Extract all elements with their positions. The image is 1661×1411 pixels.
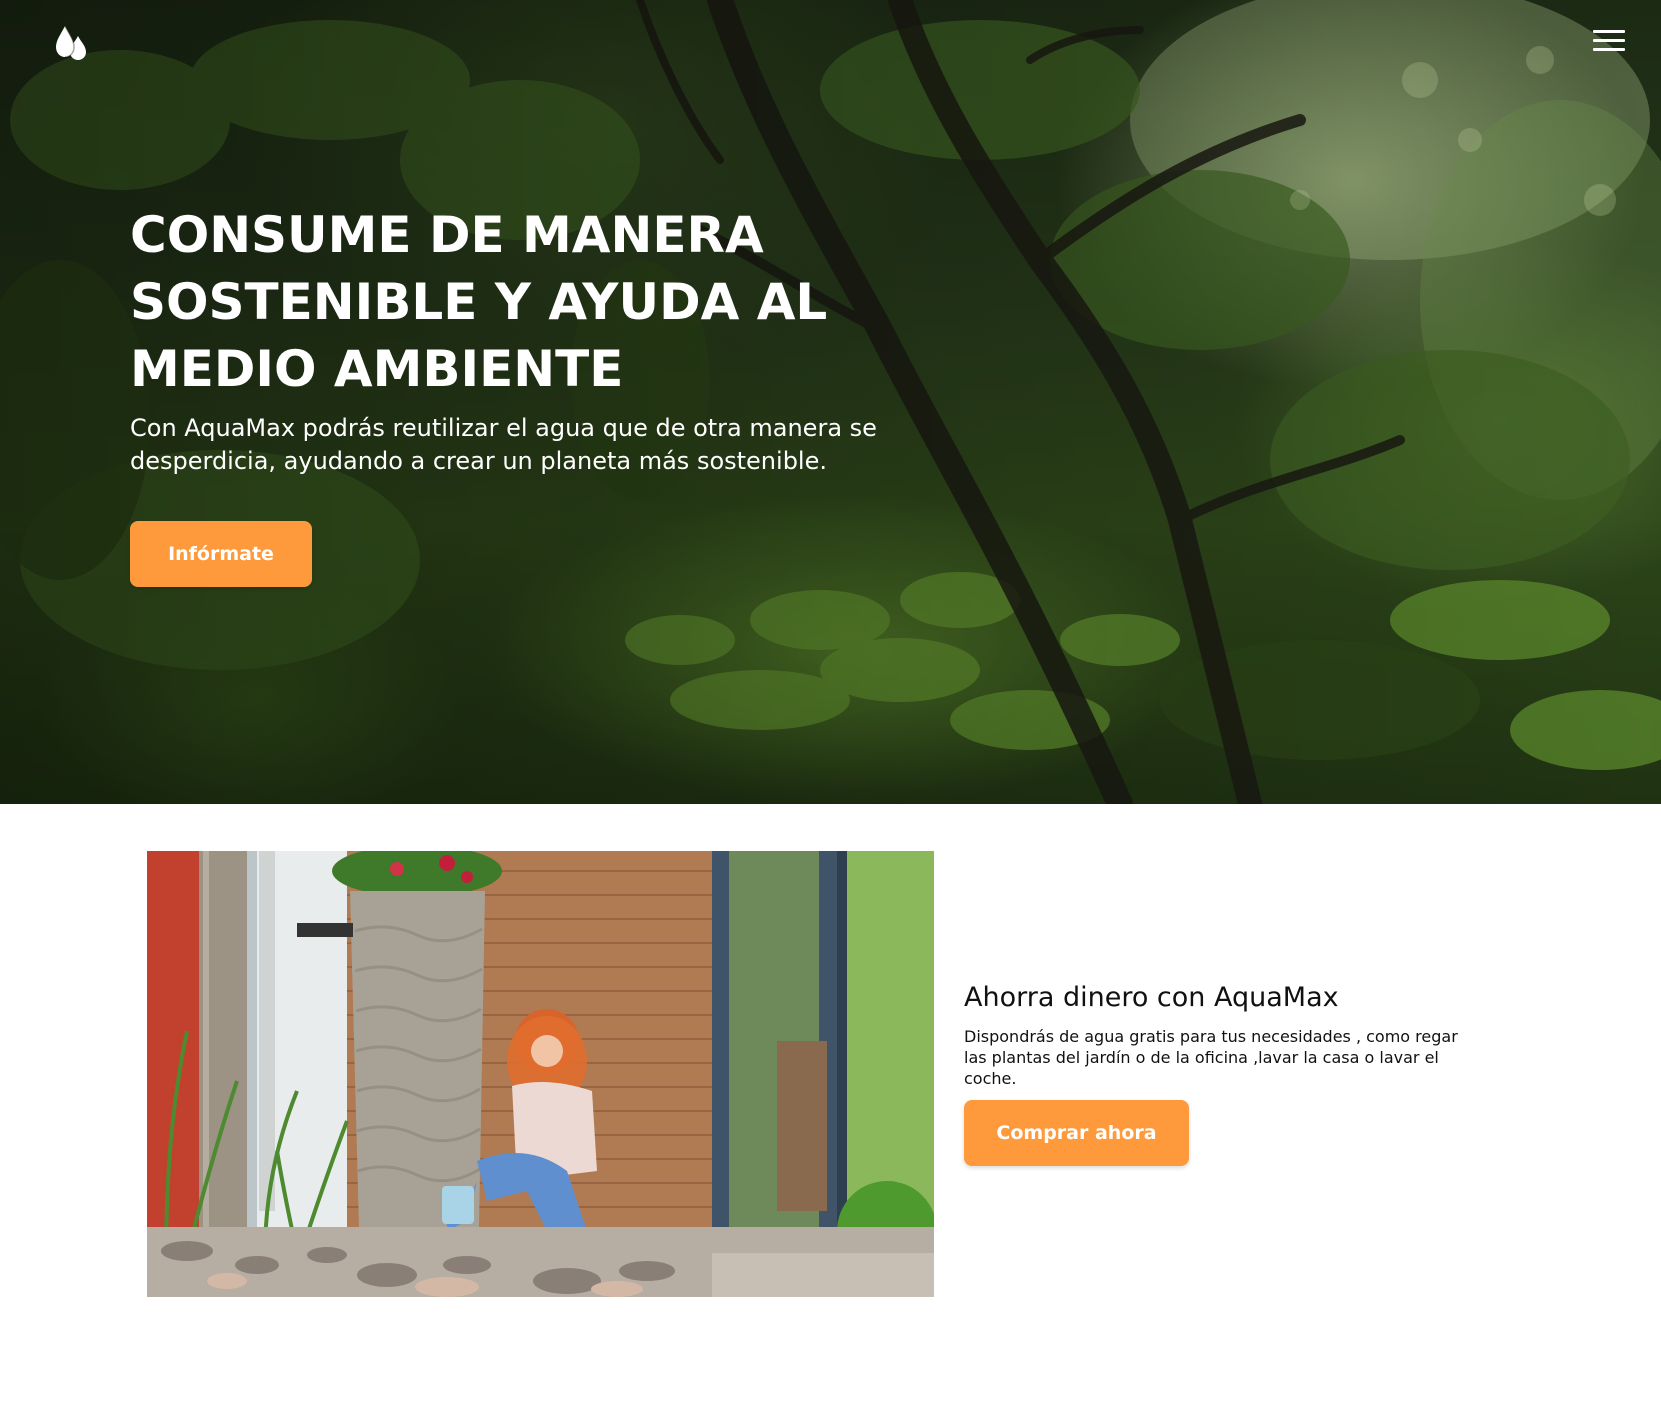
water-drops-icon[interactable] — [52, 22, 90, 62]
comprar-ahora-button[interactable]: Comprar ahora — [964, 1100, 1189, 1166]
menu-line — [1593, 39, 1625, 42]
rain-tank-photo — [147, 851, 934, 1297]
hero-description: Con AquaMax podrás reutilizar el agua qu… — [130, 414, 877, 475]
informate-button[interactable]: Infórmate — [130, 521, 312, 587]
hero-title: CONSUME DE MANERA SOSTENIBLE Y AYUDA AL … — [130, 206, 828, 398]
menu-line — [1593, 48, 1625, 51]
feature-title: Ahorra dinero con AquaMax — [964, 982, 1339, 1013]
hamburger-menu-icon[interactable] — [1593, 30, 1625, 52]
feature-description: Dispondrás de agua gratis para tus neces… — [964, 1027, 1458, 1088]
menu-line — [1593, 30, 1625, 33]
